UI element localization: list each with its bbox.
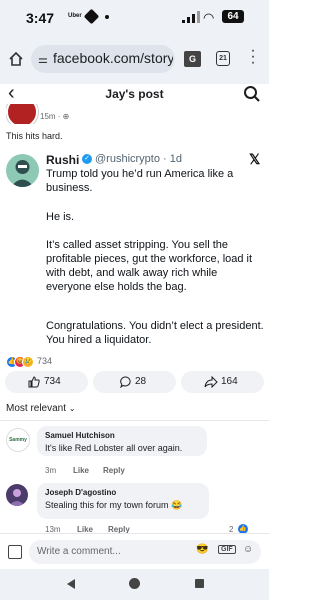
sort-dropdown[interactable]: Most relevant ⌄ [6,403,76,414]
post-author-row: 15m · ⊕ [6,104,266,124]
comment-placeholder[interactable]: Write a comment... [37,546,121,557]
app-notification-icon [83,8,100,25]
home-icon[interactable] [8,51,24,67]
comment-count: 28 [135,376,147,387]
post-caption: This hits hard. [6,131,63,141]
nav-home-icon[interactable] [129,578,140,589]
x-logo-icon: 𝕏 [249,151,261,167]
comment-time: 3m [45,466,57,475]
sad-reaction-icon: 😢 [22,356,34,368]
comment-author[interactable]: Joseph D'agostino [45,488,116,497]
embedded-tweet: Rushi ✓ @rushicrypto · 1d 𝕏 Trump told y… [0,143,269,355]
comment-text: Stealing this for my town forum 😂 [45,500,183,510]
tweet-paragraph: He is. [46,211,75,223]
translate-icon[interactable]: G [184,51,201,67]
emoji-icon[interactable]: ☺ [243,544,253,555]
like-count: 734 [44,376,61,387]
reaction-count: 734 [37,356,53,366]
comment-composer: Write a comment... 😎 GIF ☺ [0,533,269,570]
avatar[interactable] [6,104,38,124]
browser-menu-icon[interactable]: · · · [250,43,256,71]
comment-author[interactable]: Samuel Hutchison [45,431,115,440]
share-count: 164 [221,376,238,387]
comment-bubble: Joseph D'agostino Stealing this for my t… [37,483,209,519]
browser-toolbar: ⚌ facebook.com/story.p G 21 · · · [0,34,269,84]
divider [0,420,269,421]
notification-dot-icon [105,15,109,19]
battery-icon: 64 [222,10,244,23]
tweet-paragraph: Congratulations. You didn’t elect a pres… [46,320,264,346]
comment-icon [120,376,131,388]
verified-icon: ✓ [82,154,92,164]
nav-recents-icon[interactable] [195,579,204,588]
post-time: 15m · ⊕ [40,112,70,121]
share-icon [204,376,218,388]
tweet-avatar [6,154,39,187]
tabs-count-button[interactable]: 21 [216,51,230,66]
wifi-icon: ◠ [203,10,215,25]
post-header: ‹ Jay's post [0,83,269,104]
gif-button[interactable]: GIF [218,545,236,554]
chevron-down-icon: ⌄ [68,404,76,413]
comment-reply-link[interactable]: Reply [103,466,125,475]
commenter-avatar[interactable]: Sammy [6,428,30,452]
comment-like-link[interactable]: Like [73,466,89,475]
share-button[interactable]: 164 [181,371,264,393]
site-settings-icon[interactable]: ⚌ [38,53,48,66]
status-time: 3:47 [26,10,55,26]
globe-icon: ⊕ [62,112,70,121]
thumbs-up-icon [28,376,40,388]
comment-button[interactable]: 28 [93,371,176,393]
signal-icon [182,11,200,23]
sort-label: Most relevant [6,403,67,414]
status-bar: 3:47 Uber ◠ 64 [0,0,269,34]
commenter-avatar[interactable] [6,484,28,506]
system-nav-bar [0,569,269,600]
tweet-paragraph: It’s called asset stripping. You sell th… [46,239,253,293]
like-button[interactable]: 734 [5,371,88,393]
page-title: Jay's post [105,87,164,101]
search-icon[interactable] [243,85,261,103]
nav-back-icon[interactable] [67,579,75,589]
url-text[interactable]: facebook.com/story.p [53,50,173,66]
comment-bubble: Samuel Hutchison It's like Red Lobster a… [37,426,207,456]
tweet-handle: @rushicrypto · 1d [95,153,182,165]
uber-icon: Uber [68,13,82,19]
comment-text: It's like Red Lobster all over again. [45,443,183,453]
tweet-paragraph: Trump told you he’d run America like a b… [46,168,234,194]
avatar-sticker-icon[interactable]: 😎 [196,544,208,555]
gallery-icon[interactable] [8,545,22,559]
tweet-author-name: Rushi [46,153,80,167]
